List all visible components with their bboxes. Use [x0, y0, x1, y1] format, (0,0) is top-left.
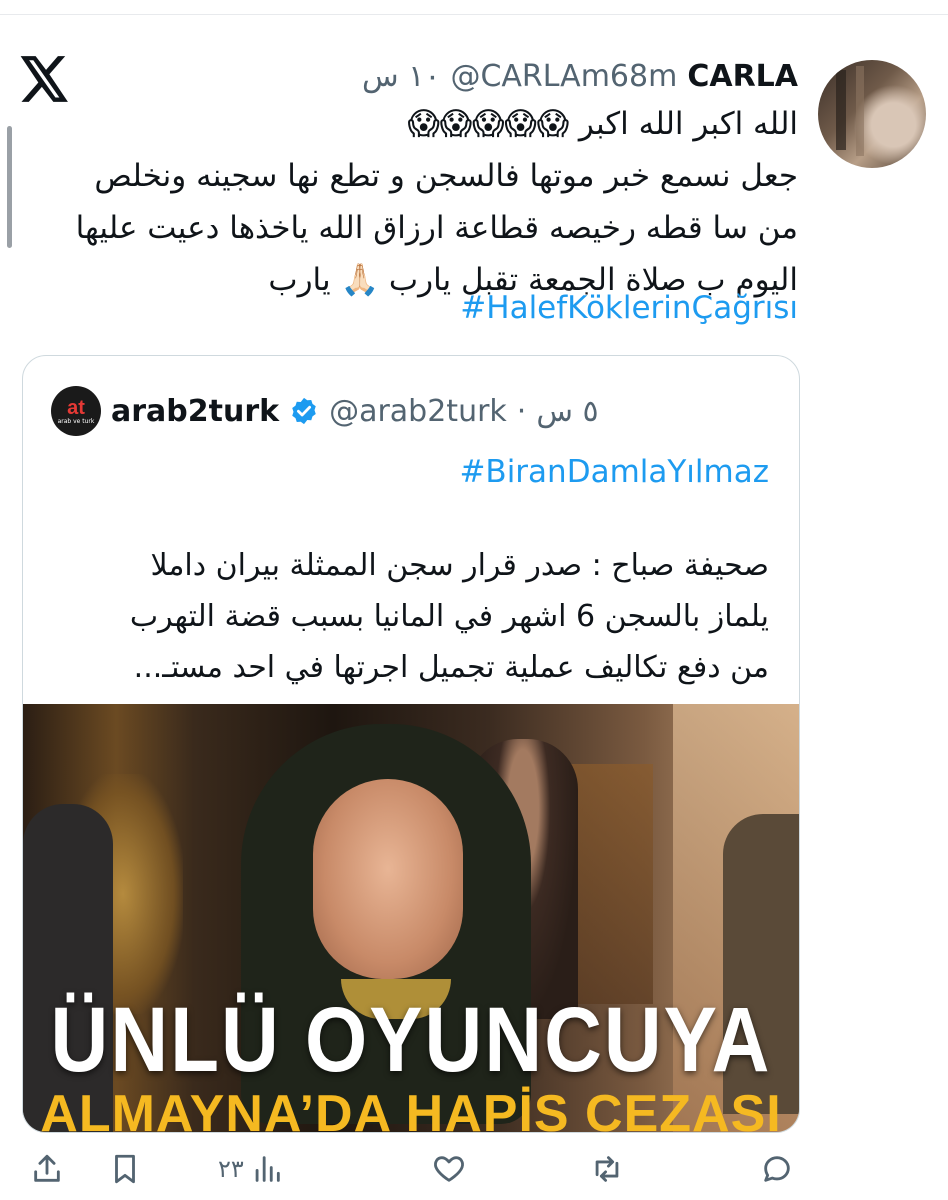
quoted-media-image[interactable]: ÜNLÜ OYUNCUYA ALMAYNA’DA HAPİS CEZASI	[23, 704, 799, 1132]
author-avatar[interactable]	[818, 60, 926, 168]
image-headline: ÜNLÜ OYUNCUYA	[50, 988, 772, 1091]
avatar-detail	[856, 66, 864, 156]
author-name[interactable]: CARLA	[687, 59, 798, 94]
quoted-line: من دفع تكاليف عملية تجميل اجرتها في احد …	[133, 650, 769, 685]
image-subline: ALMAYNA’DA HAPİS CEZASI	[40, 1085, 782, 1132]
quoted-author-name[interactable]: arab2turk	[111, 394, 279, 429]
share-icon	[34, 1154, 60, 1182]
author-handle[interactable]: @CARLAm68m	[450, 59, 677, 94]
retweet-button[interactable]	[590, 1152, 624, 1186]
avatar-logo-subtext: arab ve turk	[57, 417, 95, 425]
analytics-icon	[255, 1156, 280, 1182]
views-count: ٢٣	[218, 1155, 244, 1183]
verified-badge-icon	[292, 397, 316, 425]
tweet-hashtag-link[interactable]: #HalefKöklerinÇağrısı	[460, 290, 798, 326]
image-detail	[313, 779, 463, 979]
quoted-hashtag-link[interactable]: #BiranDamlaYılmaz	[459, 454, 769, 490]
views-button[interactable]: ٢٣	[218, 1152, 284, 1186]
quoted-tweet-text: صحيفة صباح : صدر قرار سجن الممثلة بيران …	[29, 540, 769, 693]
avatar-detail	[836, 70, 846, 150]
quoted-line: يلماز بالسجن 6 اشهر في المانيا بسبب قضة …	[129, 599, 769, 634]
tweet-time[interactable]: ١٠ س	[362, 59, 440, 94]
quoted-time[interactable]: ٥ س	[536, 394, 598, 429]
bookmark-button[interactable]	[108, 1152, 142, 1186]
reply-icon	[764, 1156, 790, 1182]
bookmark-icon	[115, 1154, 135, 1184]
quoted-author-handle[interactable]: @arab2turk	[329, 394, 507, 429]
scrollbar-thumb[interactable]	[7, 126, 12, 248]
top-divider	[0, 14, 948, 15]
tweet-line: من سا قطه رخيصه قطاعة ارزاق الله ياخذها …	[75, 210, 798, 246]
reply-button[interactable]	[760, 1152, 794, 1186]
heart-icon	[434, 1156, 464, 1182]
tweet-text: الله اكبر الله اكبر 😱😱😱😱😱 جعل نسمع خبر م…	[18, 98, 798, 306]
x-logo-icon	[20, 56, 68, 102]
avatar-logo-text: at	[67, 396, 85, 419]
quoted-separator: ·	[516, 393, 527, 429]
quoted-tweet-card[interactable]: at arab ve turk arab2turk @arab2turk · ٥…	[22, 355, 800, 1133]
tweet-line: جعل نسمع خبر موتها فالسجن و تطع نها سجين…	[94, 158, 798, 194]
tweet-header: CARLA @CARLAm68m ١٠ س	[362, 56, 798, 96]
quoted-author-avatar[interactable]: at arab ve turk	[51, 386, 101, 436]
action-bar: ٢٣	[0, 1140, 948, 1200]
share-button[interactable]	[30, 1152, 64, 1186]
quoted-tweet-header: at arab ve turk arab2turk @arab2turk · ٥…	[51, 386, 599, 436]
quoted-line: صحيفة صباح : صدر قرار سجن الممثلة بيران …	[150, 548, 769, 583]
retweet-icon	[595, 1156, 619, 1182]
like-button[interactable]	[432, 1152, 466, 1186]
tweet-line: الله اكبر الله اكبر 😱😱😱😱😱	[407, 106, 798, 142]
